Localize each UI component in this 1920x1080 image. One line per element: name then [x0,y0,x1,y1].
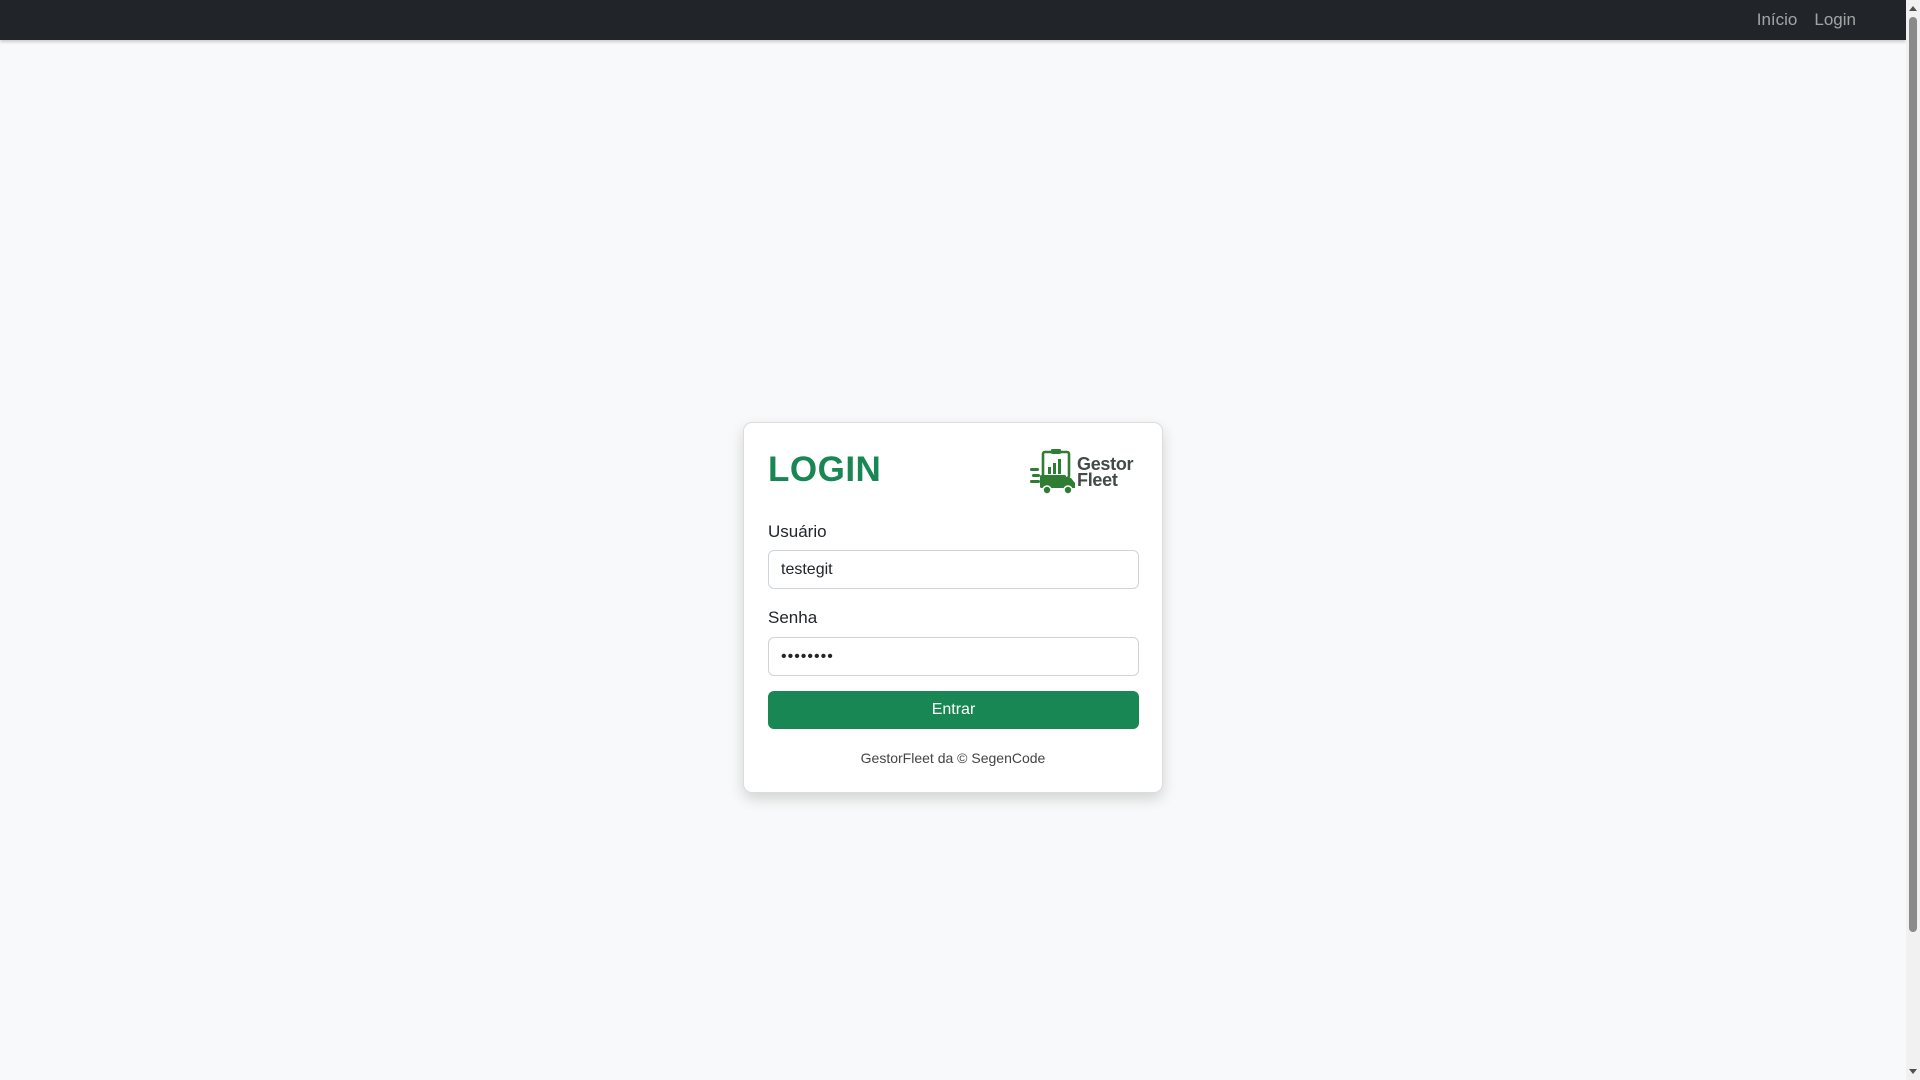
nav-link-inicio[interactable]: Início [1757,10,1798,30]
username-label: Usuário [768,522,827,541]
login-title: LOGIN [768,450,882,489]
top-navbar: Início Login [0,0,1906,40]
vertical-scrollbar[interactable] [1906,0,1920,1080]
gestor-fleet-logo: Gestor Fleet [1030,447,1142,497]
scroll-down-arrow-icon[interactable] [1909,1069,1917,1074]
login-submit-button[interactable]: Entrar [768,691,1139,729]
password-input[interactable] [768,637,1139,676]
page: Início Login LOGIN Gestor Fleet Usuário … [0,0,1920,1080]
truck-clipboard-logo-icon [1030,449,1075,495]
card-footer-credit: GestorFleet da © SegenCode [860,750,1046,766]
username-input[interactable] [768,550,1139,589]
scroll-up-arrow-icon[interactable] [1909,6,1917,11]
nav-link-login[interactable]: Login [1814,10,1856,30]
scroll-thumb[interactable] [1909,17,1917,932]
login-card: LOGIN Gestor Fleet Usuário testegit Senh… [743,422,1163,793]
logo-text: Gestor Fleet [1077,455,1134,490]
logo-line-2: Fleet [1077,470,1118,490]
password-label: Senha [768,608,818,627]
nav-links: Início Login [1757,0,1856,40]
